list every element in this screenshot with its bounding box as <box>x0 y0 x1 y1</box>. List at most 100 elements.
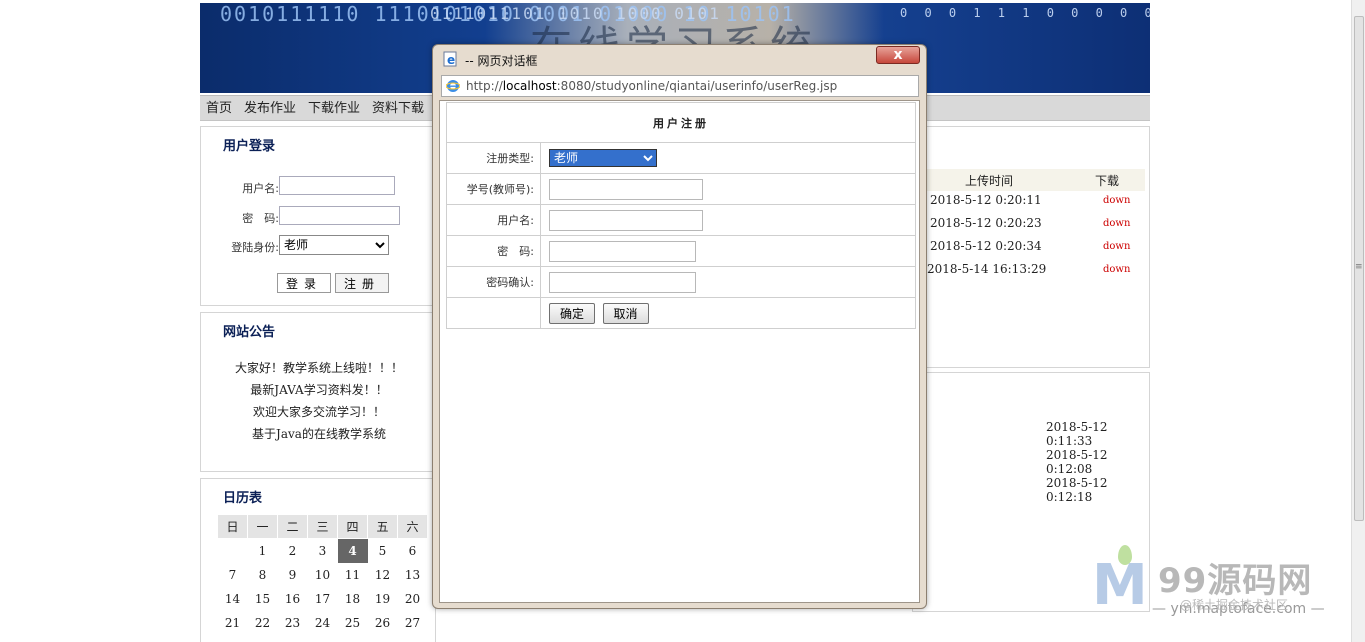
nav-home[interactable]: 首页 <box>202 96 236 122</box>
calendar-weekday: 五 <box>367 514 398 539</box>
url-host: localhost <box>502 79 557 93</box>
calendar-day[interactable]: 9 <box>278 563 308 587</box>
calendar-day[interactable]: 12 <box>368 563 398 587</box>
role-label: 登陆身份: <box>231 241 279 254</box>
student-id-input[interactable] <box>549 178 703 200</box>
calendar-day[interactable]: 25 <box>338 611 368 635</box>
reg-username-input[interactable] <box>549 209 703 231</box>
calendar-panel: 日历表 日一二三四五六 1 2 3 4 5 6 7 8 9 10 11 12 13 14 15 16 17 18 1… <box>200 478 436 642</box>
ok-button[interactable]: 确定 <box>549 302 596 324</box>
banner-binary-right: 0 0 0 1 1 1 0 0 0 0 0 0 0 0 1 1 1 0 0 1 … <box>900 6 1150 20</box>
calendar-day[interactable]: 19 <box>368 587 398 611</box>
header-download: 下载 <box>1095 174 1120 188</box>
calendar-day[interactable]: 24 <box>308 611 338 635</box>
vertical-scrollbar[interactable]: ≡ <box>1351 0 1365 642</box>
calendar-day[interactable]: 3 <box>308 539 338 563</box>
homework-download-panel: 上传时间 下载 2018-5-12 0:20:11 down 2018-5-12… <box>912 126 1150 368</box>
url-path: :8080/studyonline/qiantai/userinfo/userR… <box>556 79 838 93</box>
calendar-day[interactable]: 26 <box>368 611 398 635</box>
calendar-day[interactable]: 11 <box>338 563 368 587</box>
header-upload-time: 上传时间 <box>965 174 1014 188</box>
calendar-empty <box>218 539 248 563</box>
notice-panel: 网站公告 大家好！教学系统上线啦！！！ 最新JAVA学习资料发！！ 欢迎大家多交… <box>200 312 436 472</box>
download-row: 2018-5-12 0:20:23 down <box>913 216 1151 236</box>
dialog-titlebar[interactable]: e -- 网页对话框 x <box>433 45 926 73</box>
calendar-day[interactable]: 22 <box>248 611 278 635</box>
notice-item[interactable]: 大家好！教学系统上线啦！！！ <box>201 357 437 379</box>
calendar-day[interactable]: 16 <box>278 587 308 611</box>
calendar-weekday: 一 <box>247 514 278 539</box>
calendar-week: 7 8 9 10 11 12 13 <box>218 563 428 587</box>
notice-title: 网站公告 <box>223 325 276 340</box>
calendar-table: 日一二三四五六 1 2 3 4 5 6 7 8 9 10 11 12 13 14 15 16 17 18 19 20 2… <box>217 514 428 635</box>
nav-materials[interactable]: 资料下载 <box>368 96 428 122</box>
register-dialog: e -- 网页对话框 x http://localhost:8080/study… <box>432 44 927 609</box>
upload-time: 2018-5-12 0:20:34 <box>930 239 1042 253</box>
cancel-button[interactable]: 取消 <box>602 302 649 324</box>
username-input[interactable] <box>279 176 395 195</box>
calendar-day[interactable]: 14 <box>218 587 248 611</box>
register-type-select[interactable]: 老师 <box>549 149 657 167</box>
calendar-day[interactable]: 18 <box>338 587 368 611</box>
reg-confirm-label: 密码确认: <box>446 266 541 298</box>
notice-item[interactable]: 欢迎大家多交流学习！！ <box>201 401 437 423</box>
reg-password-label: 密 码: <box>446 235 541 267</box>
calendar-day[interactable]: 4 <box>337 538 368 563</box>
calendar-day[interactable]: 21 <box>218 611 248 635</box>
calendar-day[interactable]: 2 <box>278 539 308 563</box>
role-select[interactable]: 老师 <box>279 235 389 255</box>
password-label: 密 码: <box>242 212 279 225</box>
down-link[interactable]: down <box>1103 218 1130 229</box>
scrollbar-grip-icon: ≡ <box>1355 262 1363 272</box>
calendar-day[interactable]: 6 <box>398 539 428 563</box>
calendar-day[interactable]: 13 <box>398 563 428 587</box>
close-icon[interactable]: x <box>876 46 920 64</box>
down-link[interactable]: down <box>1103 195 1130 206</box>
material-time: 2018-5-12 0:12:08 <box>1046 448 1108 476</box>
calendar-weekday: 六 <box>397 514 428 539</box>
buttons-spacer <box>446 297 541 329</box>
calendar-day[interactable]: 15 <box>248 587 278 611</box>
download-row: 2018-5-12 0:20:11 down <box>913 193 1151 213</box>
password-input[interactable] <box>279 206 400 225</box>
upload-time: 2018-5-14 16:13:29 <box>927 262 1047 276</box>
calendar-day[interactable]: 7 <box>218 563 248 587</box>
calendar-day[interactable]: 27 <box>398 611 428 635</box>
down-link[interactable]: down <box>1103 264 1130 275</box>
nav-publish-homework[interactable]: 发布作业 <box>240 96 300 122</box>
notice-list: 大家好！教学系统上线啦！！！ 最新JAVA学习资料发！！ 欢迎大家多交流学习！！… <box>201 357 437 445</box>
notice-item[interactable]: 最新JAVA学习资料发！！ <box>201 379 437 401</box>
calendar-title: 日历表 <box>223 491 263 506</box>
calendar-day[interactable]: 10 <box>308 563 338 587</box>
calendar-day[interactable]: 23 <box>278 611 308 635</box>
reg-confirm-input[interactable] <box>549 271 696 293</box>
watermark-brand: 99源码网 <box>1158 561 1313 601</box>
calendar-weekday: 二 <box>277 514 308 539</box>
ie-page-icon: e <box>443 51 457 67</box>
site-watermark: M 99源码网 — ym.maptoface.com — @稀土掘金技术社区 <box>1090 545 1350 640</box>
calendar-week: 21 22 23 24 25 26 27 <box>218 611 428 635</box>
calendar-day[interactable]: 8 <box>248 563 278 587</box>
reg-password-input[interactable] <box>549 240 696 262</box>
material-time: 2018-5-12 0:11:33 <box>1046 420 1108 448</box>
watermark-credit: @稀土掘金技术社区 <box>1180 598 1289 612</box>
down-link[interactable]: down <box>1103 241 1130 252</box>
calendar-weekday: 三 <box>307 514 338 539</box>
calendar-day[interactable]: 1 <box>248 539 278 563</box>
form-title: 用户注册 <box>446 102 916 143</box>
notice-item[interactable]: 基于Java的在线教学系统 <box>201 423 437 445</box>
upload-time: 2018-5-12 0:20:11 <box>930 193 1042 207</box>
login-button[interactable]: 登录 <box>277 273 332 293</box>
register-form: 用户注册 注册类型: 老师 学号(教师号): 用户名: 密 码: 密码确认: 确… <box>446 102 916 329</box>
svg-text:e: e <box>447 53 455 67</box>
login-password-row: 密 码: <box>201 206 437 228</box>
login-username-row: 用户名: <box>201 176 437 198</box>
url-prefix: http:// <box>466 79 503 93</box>
nav-download-homework[interactable]: 下载作业 <box>304 96 364 122</box>
calendar-day[interactable]: 5 <box>368 539 398 563</box>
calendar-day[interactable]: 20 <box>398 587 428 611</box>
calendar-day[interactable]: 17 <box>308 587 338 611</box>
register-button[interactable]: 注册 <box>335 273 390 293</box>
login-panel: 用户登录 用户名: 密 码: 登陆身份: 老师 登录 注册 <box>200 126 436 306</box>
calendar-week: 123456 <box>218 538 428 563</box>
